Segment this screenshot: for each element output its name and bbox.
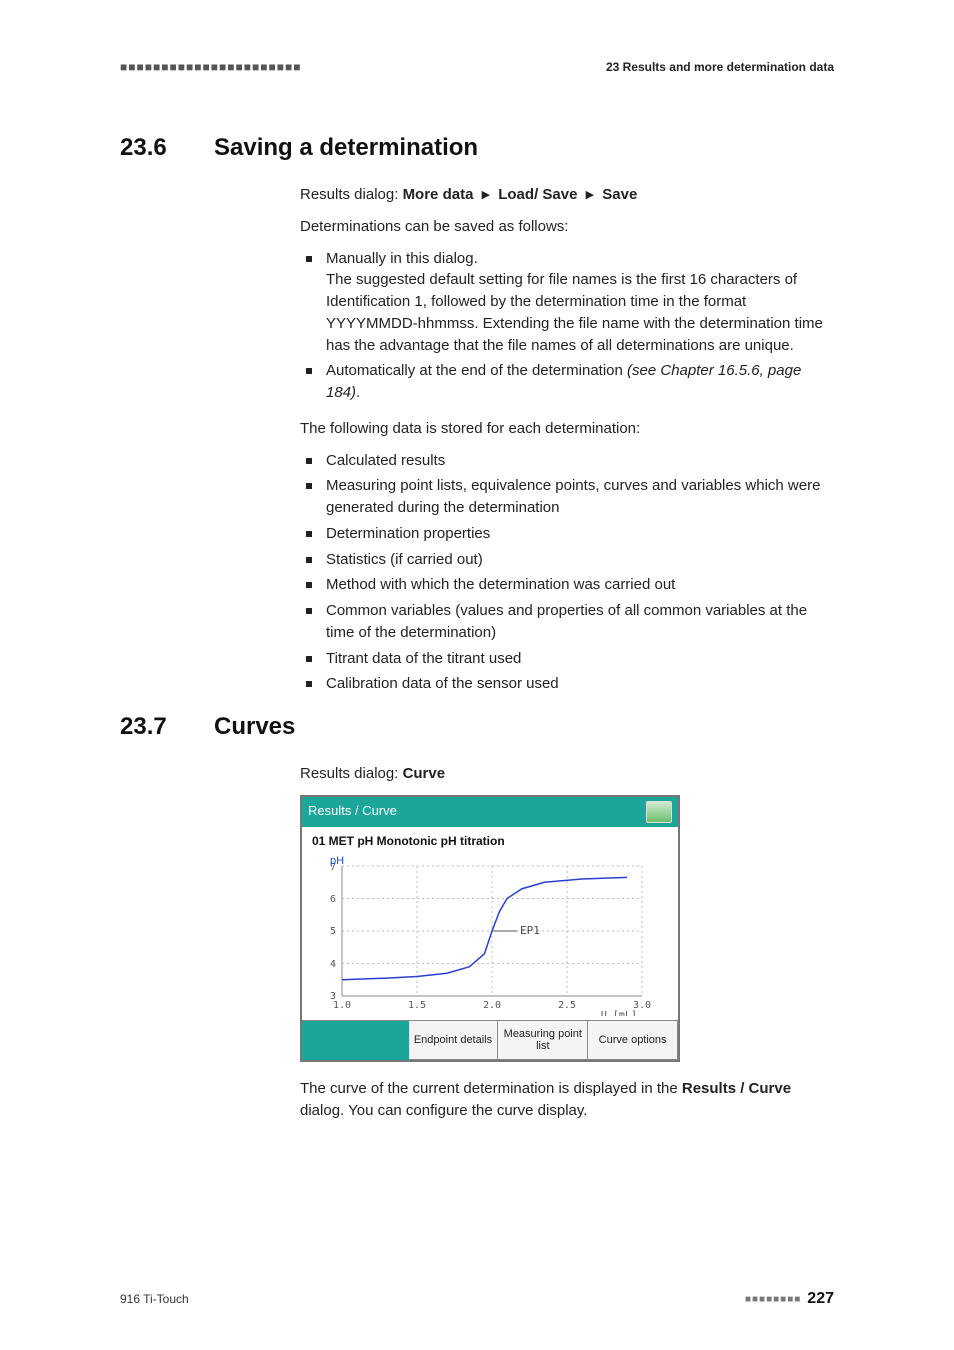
triangle-icon: ▶ xyxy=(482,188,490,204)
section-number: 23.6 xyxy=(120,134,190,162)
ep1-label: EP1 xyxy=(520,924,540,937)
home-icon[interactable] xyxy=(646,801,672,823)
crumb-prefix: Results dialog: xyxy=(300,765,403,782)
li-body: The suggested default setting for file n… xyxy=(326,271,823,353)
crumb-load-save: Load/ Save xyxy=(498,186,577,203)
x-unit-label: U [mL] xyxy=(601,1010,637,1016)
save-methods-list: Manually in this dialog. The suggested d… xyxy=(300,248,834,404)
list-item: Automatically at the end of the determin… xyxy=(300,360,834,404)
crumb-save: Save xyxy=(602,186,637,203)
list-item: Determination properties xyxy=(300,523,834,545)
section-23-6-body: Results dialog: More data ▶ Load/ Save ▶… xyxy=(300,184,834,695)
list-item: Statistics (if carried out) xyxy=(300,549,834,571)
section-number: 23.7 xyxy=(120,713,190,741)
page-footer: 916 Ti-Touch ■■■■■■■■ 227 xyxy=(120,1290,834,1308)
svg-text:1.0: 1.0 xyxy=(333,1000,351,1011)
list-item: Common variables (values and properties … xyxy=(300,600,834,644)
list-item: Manually in this dialog. The suggested d… xyxy=(300,248,834,357)
section-23-7-heading: 23.7 Curves xyxy=(120,713,834,741)
curve-description: The curve of the current determination i… xyxy=(300,1078,834,1122)
stored-data-list: Calculated results Measuring point lists… xyxy=(300,450,834,696)
curve-plot: pH xyxy=(312,856,662,1016)
curve-button-row: Endpoint details Measuring point list Cu… xyxy=(302,1020,678,1060)
svg-text:6: 6 xyxy=(330,894,336,905)
intro-paragraph: Determinations can be saved as follows: xyxy=(300,216,834,238)
svg-text:4: 4 xyxy=(330,959,336,970)
section-23-6-heading: 23.6 Saving a determination xyxy=(120,134,834,162)
crumb-curve: Curve xyxy=(403,765,446,782)
curve-title-text: Results / Curve xyxy=(308,802,397,821)
curve-subtitle: 01 MET pH Monotonic pH titration xyxy=(302,827,678,852)
li-lead: Manually in this dialog. xyxy=(326,250,478,267)
list-item: Measuring point lists, equivalence point… xyxy=(300,475,834,519)
list-item: Calculated results xyxy=(300,450,834,472)
running-header: ■■■■■■■■■■■■■■■■■■■■■■ 23 Results and mo… xyxy=(120,60,834,74)
footer-marks: ■■■■■■■■ xyxy=(745,1294,801,1305)
stored-data-intro: The following data is stored for each de… xyxy=(300,418,834,440)
li-text: Automatically at the end of the determin… xyxy=(326,362,627,379)
y-axis-label: pH xyxy=(330,854,344,870)
footer-product: 916 Ti-Touch xyxy=(120,1292,189,1306)
endpoint-details-button[interactable]: Endpoint details xyxy=(409,1020,499,1060)
curve-titlebar: Results / Curve xyxy=(302,797,678,827)
svg-text:2.5: 2.5 xyxy=(558,1000,576,1011)
button-row-spacer xyxy=(302,1020,409,1060)
section-title: Curves xyxy=(214,713,295,741)
section-23-7-body: Results dialog: Curve Results / Curve 01… xyxy=(300,763,834,1122)
svg-text:5: 5 xyxy=(330,926,336,937)
page-number: 227 xyxy=(807,1290,834,1308)
list-item: Titrant data of the titrant used xyxy=(300,648,834,670)
text-b: dialog. You can configure the curve disp… xyxy=(300,1102,587,1119)
header-marks: ■■■■■■■■■■■■■■■■■■■■■■ xyxy=(120,60,301,74)
crumb-prefix: Results dialog: xyxy=(300,186,403,203)
header-chapter: 23 Results and more determination data xyxy=(606,60,834,74)
svg-text:1.5: 1.5 xyxy=(408,1000,426,1011)
breadcrumb: Results dialog: Curve xyxy=(300,763,834,785)
titration-curve-line xyxy=(342,878,627,980)
svg-text:2.0: 2.0 xyxy=(483,1000,501,1011)
curve-screenshot: Results / Curve 01 MET pH Monotonic pH t… xyxy=(300,795,680,1062)
breadcrumb: Results dialog: More data ▶ Load/ Save ▶… xyxy=(300,184,834,206)
li-text-tail: . xyxy=(356,384,360,401)
text-bold: Results / Curve xyxy=(682,1080,791,1097)
curve-options-button[interactable]: Curve options xyxy=(588,1020,678,1060)
measuring-point-list-button[interactable]: Measuring point list xyxy=(498,1020,588,1060)
text-a: The curve of the current determination i… xyxy=(300,1080,682,1097)
crumb-more-data: More data xyxy=(403,186,474,203)
triangle-icon: ▶ xyxy=(586,188,594,204)
list-item: Calibration data of the sensor used xyxy=(300,673,834,695)
list-item: Method with which the determination was … xyxy=(300,574,834,596)
section-title: Saving a determination xyxy=(214,134,478,162)
